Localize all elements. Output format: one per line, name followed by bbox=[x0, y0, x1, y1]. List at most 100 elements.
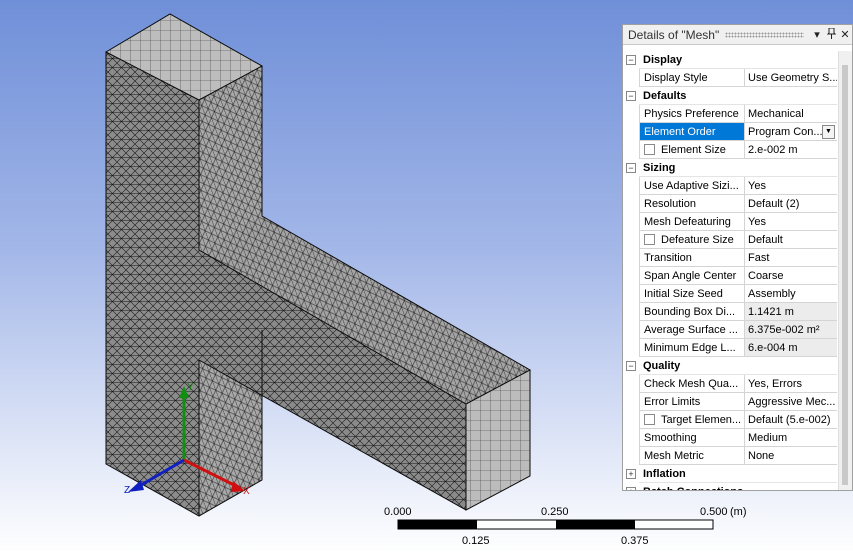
property-label-text: Error Limits bbox=[644, 395, 701, 408]
property-row[interactable]: Element Size 2.e-002 m bbox=[623, 141, 837, 159]
expand-icon[interactable]: + bbox=[623, 483, 639, 490]
expand-icon[interactable]: + bbox=[623, 465, 639, 483]
property-row[interactable]: Display Style Use Geometry S... bbox=[623, 69, 837, 87]
category-row-quality[interactable]: − Quality bbox=[623, 357, 837, 375]
property-row[interactable]: Transition Fast bbox=[623, 249, 837, 267]
property-label[interactable]: Display Style bbox=[639, 69, 745, 87]
property-label[interactable]: Transition bbox=[639, 249, 745, 267]
property-row[interactable]: Defeature Size Default bbox=[623, 231, 837, 249]
property-value-text: Default (5.e-002) bbox=[748, 413, 831, 426]
category-row-defaults[interactable]: − Defaults bbox=[623, 87, 837, 105]
toggle-box[interactable]: + bbox=[626, 487, 636, 490]
toggle-box[interactable]: − bbox=[626, 361, 636, 371]
property-value[interactable]: Fast bbox=[745, 249, 837, 267]
category-row-inflation[interactable]: + Inflation bbox=[623, 465, 837, 483]
property-value[interactable]: None bbox=[745, 447, 837, 465]
property-value[interactable]: Assembly bbox=[745, 285, 837, 303]
property-label[interactable]: Resolution bbox=[639, 195, 745, 213]
property-label[interactable]: Check Mesh Qua... bbox=[639, 375, 745, 393]
panel-drag-handle[interactable] bbox=[725, 31, 804, 38]
property-label-text: Use Adaptive Sizi... bbox=[644, 179, 739, 192]
toggle-box[interactable]: − bbox=[626, 163, 636, 173]
property-value-text: Mechanical bbox=[748, 107, 804, 120]
property-label[interactable]: Average Surface ... bbox=[639, 321, 745, 339]
scale-seg-3 bbox=[556, 520, 635, 529]
property-value[interactable]: Use Geometry S... bbox=[745, 69, 837, 87]
property-row[interactable]: Mesh Defeaturing Yes bbox=[623, 213, 837, 231]
collapse-icon[interactable]: − bbox=[623, 159, 639, 177]
panel-header: Details of "Mesh" ▾ ✕ bbox=[623, 25, 852, 45]
parameter-checkbox[interactable] bbox=[644, 234, 655, 245]
property-row[interactable]: Resolution Default (2) bbox=[623, 195, 837, 213]
triad-z-label: Z bbox=[124, 485, 130, 496]
property-value[interactable]: Program Con... ▼ bbox=[745, 123, 837, 141]
property-value-text: Yes, Errors bbox=[748, 377, 803, 390]
property-value[interactable]: Aggressive Mec... bbox=[745, 393, 837, 411]
property-label[interactable]: Initial Size Seed bbox=[639, 285, 745, 303]
property-value[interactable]: Default (2) bbox=[745, 195, 837, 213]
property-value[interactable]: Mechanical bbox=[745, 105, 837, 123]
property-label[interactable]: Span Angle Center bbox=[639, 267, 745, 285]
property-label-text: Target Elemen... bbox=[661, 413, 742, 426]
property-row[interactable]: Initial Size Seed Assembly bbox=[623, 285, 837, 303]
property-label[interactable]: Error Limits bbox=[639, 393, 745, 411]
property-row[interactable]: Average Surface ... 6.375e-002 m² bbox=[623, 321, 837, 339]
property-row[interactable]: Element Order Program Con... ▼ bbox=[623, 123, 837, 141]
panel-scrollbar[interactable] bbox=[838, 51, 852, 490]
category-label: Inflation bbox=[639, 465, 837, 483]
property-row[interactable]: Physics Preference Mechanical bbox=[623, 105, 837, 123]
property-label[interactable]: Element Size bbox=[639, 141, 745, 159]
property-value[interactable]: Default bbox=[745, 231, 837, 249]
property-value[interactable]: Medium bbox=[745, 429, 837, 447]
property-row[interactable]: Smoothing Medium bbox=[623, 429, 837, 447]
row-gutter bbox=[623, 105, 639, 123]
toggle-box[interactable]: − bbox=[626, 91, 636, 101]
scrollbar-thumb[interactable] bbox=[842, 65, 848, 485]
property-row[interactable]: Mesh Metric None bbox=[623, 447, 837, 465]
property-row[interactable]: Check Mesh Qua... Yes, Errors bbox=[623, 375, 837, 393]
property-row[interactable]: Span Angle Center Coarse bbox=[623, 267, 837, 285]
dropdown-arrow-icon[interactable]: ▼ bbox=[822, 125, 835, 139]
category-row-sizing[interactable]: − Sizing bbox=[623, 159, 837, 177]
pin-icon[interactable] bbox=[824, 27, 838, 42]
property-row[interactable]: Minimum Edge L... 6.e-004 m bbox=[623, 339, 837, 357]
property-label[interactable]: Defeature Size bbox=[639, 231, 745, 249]
property-value[interactable]: Default (5.e-002) bbox=[745, 411, 837, 429]
property-row[interactable]: Error Limits Aggressive Mec... bbox=[623, 393, 837, 411]
property-label-text: Element Order bbox=[644, 125, 716, 138]
row-gutter bbox=[623, 393, 639, 411]
property-label[interactable]: Minimum Edge L... bbox=[639, 339, 745, 357]
property-value[interactable]: Yes, Errors bbox=[745, 375, 837, 393]
property-label-text: Element Size bbox=[661, 143, 726, 156]
property-label[interactable]: Bounding Box Di... bbox=[639, 303, 745, 321]
property-label[interactable]: Use Adaptive Sizi... bbox=[639, 177, 745, 195]
property-label[interactable]: Mesh Metric bbox=[639, 447, 745, 465]
collapse-icon[interactable]: − bbox=[623, 51, 639, 69]
row-gutter bbox=[623, 213, 639, 231]
property-label[interactable]: Target Elemen... bbox=[639, 411, 745, 429]
collapse-icon[interactable]: − bbox=[623, 357, 639, 375]
property-row[interactable]: Target Elemen... Default (5.e-002) bbox=[623, 411, 837, 429]
property-value[interactable]: Coarse bbox=[745, 267, 837, 285]
collapse-icon[interactable]: − bbox=[623, 87, 639, 105]
property-row[interactable]: Bounding Box Di... 1.1421 m bbox=[623, 303, 837, 321]
property-value[interactable]: Yes bbox=[745, 213, 837, 231]
parameter-checkbox[interactable] bbox=[644, 414, 655, 425]
property-value[interactable]: 2.e-002 m bbox=[745, 141, 837, 159]
toggle-box[interactable]: − bbox=[626, 55, 636, 65]
property-label[interactable]: Mesh Defeaturing bbox=[639, 213, 745, 231]
parameter-checkbox[interactable] bbox=[644, 144, 655, 155]
category-row-batch-connections[interactable]: +Batch Connections bbox=[623, 483, 837, 490]
close-icon[interactable]: ✕ bbox=[838, 28, 852, 41]
panel-menu-icon[interactable]: ▾ bbox=[810, 28, 824, 41]
category-row-display[interactable]: − Display bbox=[623, 51, 837, 69]
row-gutter bbox=[623, 249, 639, 267]
property-label[interactable]: Smoothing bbox=[639, 429, 745, 447]
property-label[interactable]: Element Order bbox=[639, 123, 745, 141]
property-row[interactable]: Use Adaptive Sizi... Yes bbox=[623, 177, 837, 195]
toggle-box[interactable]: + bbox=[626, 469, 636, 479]
scale-label-500: 0.500 bbox=[700, 506, 728, 518]
property-value[interactable]: Yes bbox=[745, 177, 837, 195]
property-value: 6.e-004 m bbox=[745, 339, 837, 357]
property-label[interactable]: Physics Preference bbox=[639, 105, 745, 123]
